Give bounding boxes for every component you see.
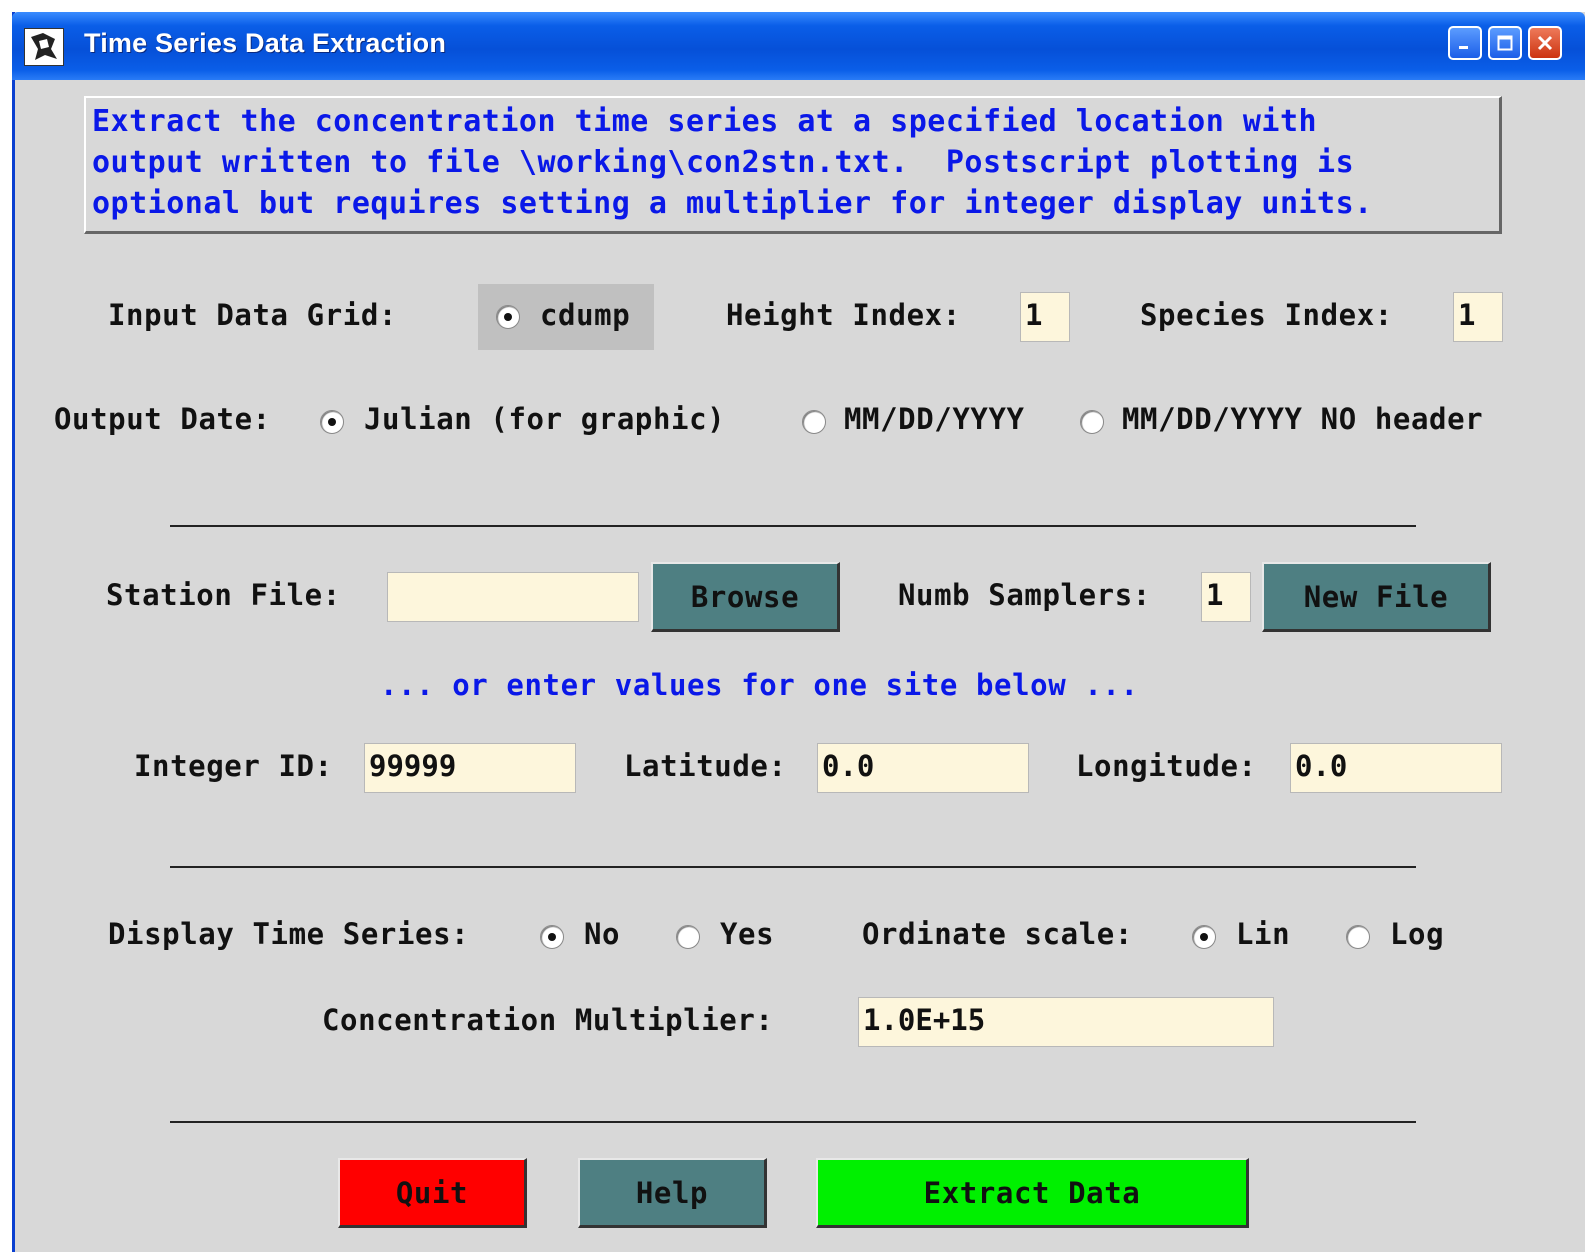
window-title: Time Series Data Extraction bbox=[84, 28, 447, 58]
info-line: optional but requires setting a multipli… bbox=[92, 186, 1373, 221]
latitude-input[interactable]: 0.0 bbox=[817, 743, 1029, 793]
quit-button[interactable]: Quit bbox=[338, 1158, 527, 1228]
species-index-input[interactable]: 1 bbox=[1453, 292, 1503, 342]
ordinate-scale-label: Ordinate scale: bbox=[862, 917, 1133, 951]
display-yes-label: Yes bbox=[720, 917, 775, 951]
numb-samplers-label: Numb Samplers: bbox=[898, 578, 1151, 612]
integer-id-input[interactable]: 99999 bbox=[364, 743, 576, 793]
concentration-multiplier-input[interactable]: 1.0E+15 bbox=[858, 997, 1274, 1047]
info-line: Extract the concentration time series at… bbox=[92, 104, 1318, 139]
mmddyyyy-noheader-radio[interactable] bbox=[1080, 410, 1104, 434]
ordinate-lin-label: Lin bbox=[1236, 917, 1291, 951]
longitude-input[interactable]: 0.0 bbox=[1290, 743, 1502, 793]
julian-radio[interactable] bbox=[320, 410, 344, 434]
extract-data-button[interactable]: Extract Data bbox=[816, 1158, 1249, 1228]
station-file-label: Station File: bbox=[106, 578, 341, 612]
longitude-label: Longitude: bbox=[1076, 749, 1257, 783]
display-time-series-label: Display Time Series: bbox=[108, 917, 470, 951]
julian-option-label: Julian (for graphic) bbox=[364, 402, 726, 436]
concentration-multiplier-label: Concentration Multiplier: bbox=[322, 1003, 774, 1037]
info-line: output written to file \working\con2stn.… bbox=[92, 145, 1355, 180]
output-date-label: Output Date: bbox=[54, 402, 271, 436]
mmddyyyy-noheader-option-label: MM/DD/YYYY NO header bbox=[1122, 402, 1484, 436]
mmddyyyy-option-label: MM/DD/YYYY bbox=[844, 402, 1025, 436]
help-button[interactable]: Help bbox=[578, 1158, 767, 1228]
new-file-button[interactable]: New File bbox=[1262, 562, 1491, 632]
site-hint: ... or enter values for one site below .… bbox=[380, 668, 1139, 702]
station-file-input[interactable] bbox=[387, 572, 639, 622]
minimize-button[interactable] bbox=[1448, 26, 1482, 60]
latitude-label: Latitude: bbox=[624, 749, 787, 783]
cdump-radio[interactable] bbox=[496, 305, 520, 329]
input-grid-label: Input Data Grid: bbox=[108, 298, 397, 332]
separator bbox=[170, 525, 1416, 527]
app-icon[interactable] bbox=[24, 28, 64, 66]
species-index-label: Species Index: bbox=[1140, 298, 1393, 332]
ordinate-log-radio[interactable] bbox=[1346, 925, 1370, 949]
display-yes-radio[interactable] bbox=[676, 925, 700, 949]
cdump-label: cdump bbox=[540, 298, 631, 332]
numb-samplers-input[interactable]: 1 bbox=[1201, 572, 1251, 622]
display-no-label: No bbox=[584, 917, 621, 951]
height-index-input[interactable]: 1 bbox=[1020, 292, 1070, 342]
browse-button[interactable]: Browse bbox=[651, 562, 840, 632]
integer-id-label: Integer ID: bbox=[134, 749, 333, 783]
height-index-label: Height Index: bbox=[726, 298, 961, 332]
display-no-radio[interactable] bbox=[540, 925, 564, 949]
separator bbox=[170, 1121, 1416, 1123]
mmddyyyy-radio[interactable] bbox=[802, 410, 826, 434]
ordinate-log-label: Log bbox=[1390, 917, 1445, 951]
close-button[interactable] bbox=[1528, 26, 1562, 60]
maximize-button[interactable] bbox=[1488, 26, 1522, 60]
ordinate-lin-radio[interactable] bbox=[1192, 925, 1216, 949]
separator bbox=[170, 866, 1416, 868]
